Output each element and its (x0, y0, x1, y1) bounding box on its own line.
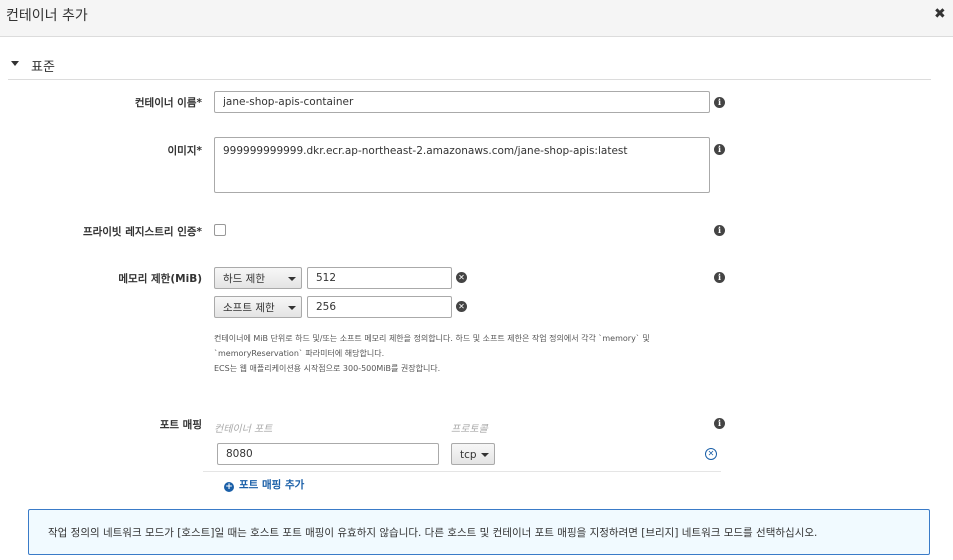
remove-port-mapping-icon[interactable]: ✕ (705, 448, 717, 460)
image-label: 이미지* (167, 145, 202, 157)
modal-title: 컨테이너 추가 (6, 8, 88, 24)
memory-help-text: 컨테이너에 MiB 단위로 하드 및/또는 소프트 메모리 제한을 정의합니다.… (214, 331, 650, 376)
container-name-label: 컨테이너 이름* (134, 97, 202, 109)
add-port-mapping-label: 포트 매핑 추가 (239, 479, 305, 491)
port-mapping-label: 포트 매핑 (159, 419, 202, 431)
protocol-column-header: 프로토콜 (451, 424, 488, 435)
image-textarea[interactable]: 999999999999.dkr.ecr.ap-northeast-2.amaz… (214, 137, 710, 193)
container-port-input[interactable] (217, 443, 439, 465)
plus-circle-icon: + (224, 482, 234, 492)
caret-down-icon (288, 306, 296, 310)
info-icon[interactable]: i (714, 272, 725, 283)
help-line: ECS는 웹 애플리케이션용 시작점으로 300-500MiB를 권장합니다. (214, 364, 441, 373)
caret-down-icon (481, 453, 489, 457)
container-name-input[interactable] (214, 91, 710, 113)
section-divider (8, 79, 931, 80)
hard-limit-select-value: 하드 제한 (223, 273, 265, 285)
close-icon[interactable]: ✖ (934, 6, 946, 22)
hard-limit-select[interactable]: 하드 제한 (214, 267, 302, 289)
section-title[interactable]: 표준 (31, 56, 55, 75)
notice-text: 작업 정의의 네트워크 모드가 [호스트]일 때는 호스트 포트 매핑이 유효하… (48, 527, 818, 539)
protocol-select[interactable]: tcp (451, 443, 495, 465)
container-port-column-header: 컨테이너 포트 (214, 424, 273, 435)
info-notice: 작업 정의의 네트워크 모드가 [호스트]일 때는 호스트 포트 매핑이 유효하… (28, 509, 930, 555)
private-registry-checkbox[interactable] (214, 224, 226, 236)
hard-limit-input[interactable] (307, 267, 452, 289)
clear-hard-limit-icon[interactable]: ✕ (456, 272, 467, 283)
add-port-mapping-link[interactable]: + 포트 매핑 추가 (224, 477, 304, 492)
info-icon[interactable]: i (714, 225, 725, 236)
info-icon[interactable]: i (714, 144, 725, 155)
help-line: `memoryReservation` 파라미터에 해당합니다. (214, 349, 385, 358)
soft-limit-select-value: 소프트 제한 (223, 302, 275, 314)
private-registry-label: 프라이빗 레지스트리 인증* (82, 226, 202, 238)
protocol-select-value: tcp (460, 449, 477, 461)
memory-limit-label: 메모리 제한(MiB) (118, 273, 202, 285)
collapse-caret-icon[interactable] (11, 61, 19, 66)
modal-header: 컨테이너 추가 ✖ (0, 0, 953, 37)
row-divider (203, 471, 721, 472)
help-line: 컨테이너에 MiB 단위로 하드 및/또는 소프트 메모리 제한을 정의합니다.… (214, 334, 650, 343)
caret-down-icon (288, 277, 296, 281)
info-icon[interactable]: i (714, 97, 725, 108)
info-icon[interactable]: i (714, 418, 725, 429)
soft-limit-input[interactable] (307, 296, 452, 318)
soft-limit-select[interactable]: 소프트 제한 (214, 296, 302, 318)
clear-soft-limit-icon[interactable]: ✕ (456, 301, 467, 312)
